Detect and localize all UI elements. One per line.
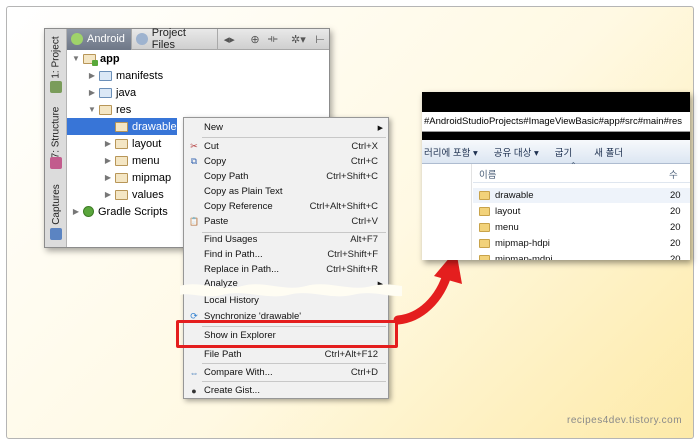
command-bar: 러리에 포함 ▾ 공유 대상 ▾ 굽기 새 폴더	[422, 140, 690, 164]
folder-icon	[479, 239, 490, 248]
new-folder-button[interactable]: 새 폴더	[594, 145, 623, 159]
file-row[interactable]: menu 20	[473, 220, 690, 235]
share-with-button[interactable]: 공유 대상 ▾	[494, 145, 539, 159]
include-in-library-button[interactable]: 러리에 포함 ▾	[424, 145, 478, 159]
file-name: mipmap-hdpi	[495, 238, 550, 249]
column-name[interactable]: 이름	[479, 167, 496, 181]
file-date: 20	[670, 222, 681, 233]
file-name: mipmap-mdpi	[495, 254, 553, 260]
file-date: 20	[670, 206, 681, 217]
file-row[interactable]: mipmap-hdpi 20	[473, 236, 690, 251]
address-path: #AndroidStudioProjects#ImageViewBasic#ap…	[424, 116, 683, 127]
file-list: 이름 ⌃ 수 drawable 20 layout 20 menu 20 mip…	[422, 161, 690, 260]
file-date: 20	[670, 254, 681, 260]
address-bar[interactable]: #AndroidStudioProjects#ImageViewBasic#ap…	[422, 112, 690, 132]
column-header: 이름 ⌃ 수	[473, 161, 690, 183]
folder-icon	[479, 223, 490, 232]
separator-strip	[422, 132, 690, 140]
file-date: 20	[670, 238, 681, 249]
column-date[interactable]: 수	[669, 167, 678, 181]
watermark: recipes4dev.tistory.com	[567, 415, 683, 426]
file-row[interactable]: layout 20	[473, 204, 690, 219]
sort-arrow-icon: ⌃	[570, 161, 577, 170]
folder-icon	[479, 191, 490, 200]
file-date: 20	[670, 190, 681, 201]
file-row[interactable]: mipmap-mdpi 20	[473, 252, 690, 260]
file-row[interactable]: drawable 20	[473, 188, 690, 203]
explorer-window: #AndroidStudioProjects#ImageViewBasic#ap…	[422, 92, 690, 260]
folder-icon	[479, 255, 490, 260]
title-bar	[422, 92, 690, 112]
file-name: menu	[495, 222, 519, 233]
file-name: drawable	[495, 190, 534, 201]
burn-button[interactable]: 굽기	[555, 145, 572, 159]
folder-icon	[479, 207, 490, 216]
navigation-pane	[422, 164, 472, 260]
file-name: layout	[495, 206, 521, 217]
